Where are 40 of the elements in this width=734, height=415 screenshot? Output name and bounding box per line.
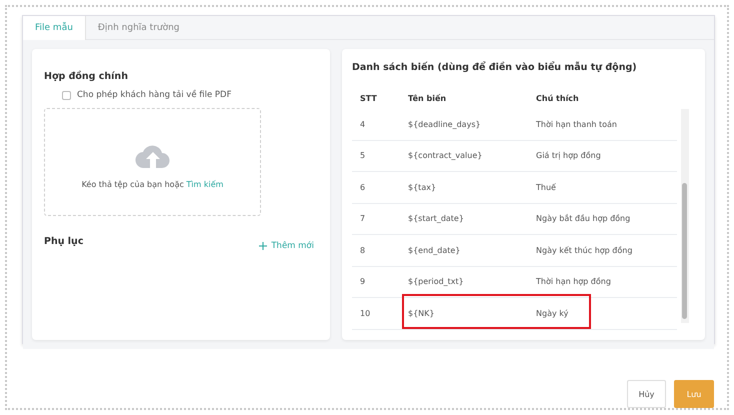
table-cell-text: ${NK} (408, 308, 436, 318)
table-cell-text: 9 (360, 277, 366, 286)
table-cell-text: Ngày kết thúc hợp đồng (536, 246, 634, 255)
table-cell-text: ${deadline_days} (408, 120, 482, 129)
table-cell-text: Ngày bắt đầu hợp đồng (536, 214, 632, 224)
table-cell-text: Thời hạn hợp đồng (536, 277, 612, 286)
table-cell-text: 7 (360, 214, 366, 224)
table-cell-text: 6 (360, 182, 366, 192)
add-button[interactable]: Thêm mới (255, 241, 318, 251)
table-cell-text: 10 (360, 308, 372, 318)
table-cell-text: ${tax} (408, 182, 438, 192)
column-header: STT (360, 94, 378, 102)
table-cell-text: Giá trị hợp đồng (536, 151, 602, 160)
table-cell-text: 5 (360, 151, 366, 160)
table-cell-text: ${period_txt} (408, 277, 465, 286)
tab[interactable]: File mẫu (23, 16, 86, 40)
table-cell-text: Thuế (536, 182, 557, 192)
table-cell-text: ${start_date} (408, 214, 465, 224)
dropzone-text: Kéo thả tệp của bạn hoặc Tìm kiếm (82, 180, 224, 189)
table-cell-text: ${contract_value} (408, 151, 484, 160)
section-title: Danh sách biến (dùng để điền vào biểu mẫu tự động) (352, 62, 638, 73)
section-title: Phụ lục (44, 236, 84, 247)
plus-icon (259, 242, 268, 250)
checkbox-label: Cho phép khách hàng tải về file PDF (77, 90, 232, 100)
column-header: Tên biến (408, 94, 448, 102)
save-button[interactable]: Lưu (674, 380, 714, 408)
upload-dropzone[interactable]: Kéo thả tệp của bạn hoặc Tìm kiếm (44, 108, 261, 216)
table-cell-text: ${end_date} (408, 246, 462, 255)
table-cell-text: Thời hạn thanh toán (536, 120, 618, 129)
scrollbar[interactable] (681, 109, 689, 323)
cancel-button[interactable]: Hủy (627, 380, 666, 408)
table-cell-text: 8 (360, 246, 366, 255)
cloud-upload-icon (134, 143, 170, 170)
section-title: Hợp đồng chính (44, 71, 129, 82)
tab[interactable]: Định nghĩa trường (86, 16, 192, 40)
table-cell-text: Ngày ký (536, 308, 570, 318)
checkbox[interactable] (62, 90, 71, 100)
column-header: Chú thích (536, 94, 580, 102)
table-cell-text: 4 (360, 120, 366, 129)
search-link[interactable]: Tìm kiếm (186, 180, 224, 189)
